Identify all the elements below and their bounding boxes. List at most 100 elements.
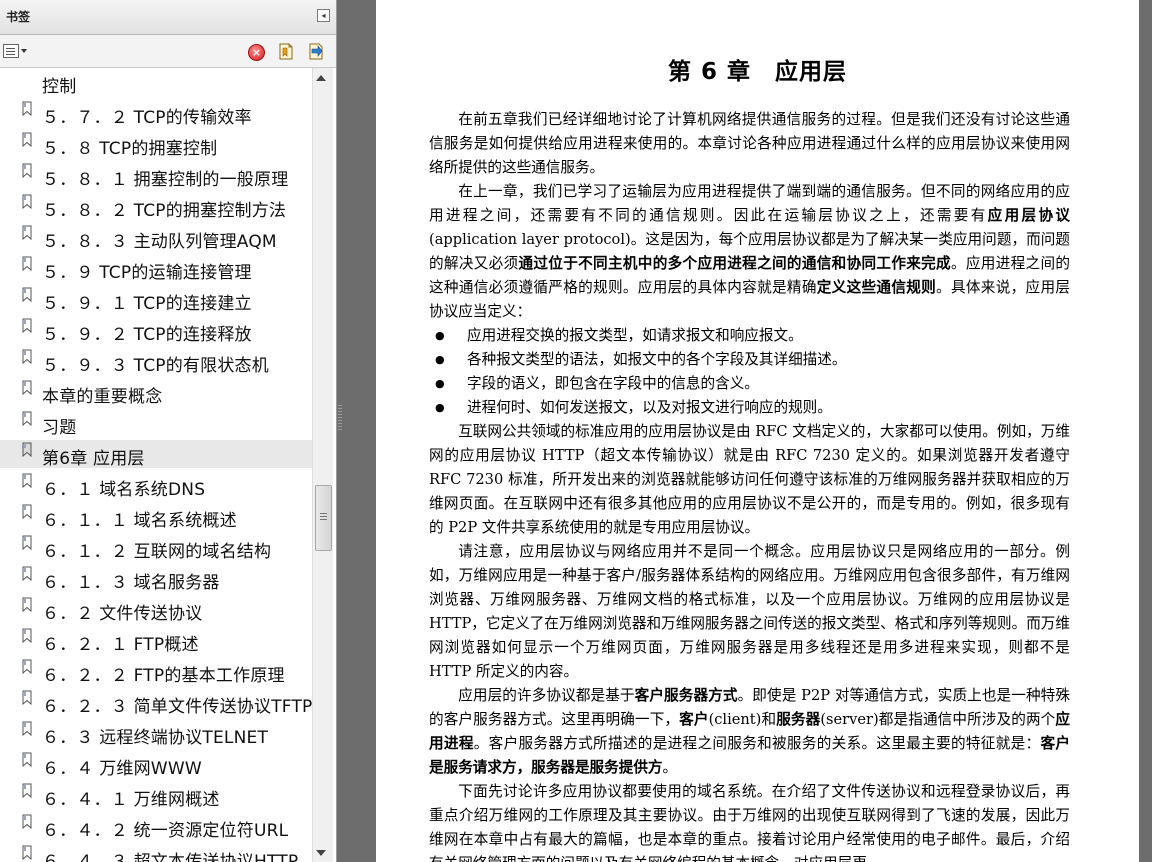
scroll-thumb[interactable] <box>315 485 332 551</box>
bookmark-item[interactable]: 习题 <box>0 409 312 438</box>
bookmark-item[interactable]: ５．９．３ TCP的有限状态机 <box>0 347 312 376</box>
bookmark-label: ６．４．３ 超文本传送协议HTTP <box>42 852 299 862</box>
bookmark-item[interactable]: ５．８．３ 主动队列管理AQM <box>0 223 312 252</box>
bookmark-label: ５．７．２ TCP的传输效率 <box>42 108 252 128</box>
bookmark-item[interactable]: ５．９．２ TCP的连接释放 <box>0 316 312 345</box>
bookmark-label: ５．９．３ TCP的有限状态机 <box>42 356 269 376</box>
bookmark-icon <box>22 473 32 488</box>
bullet-item: ● 各种报文类型的语法，如报文中的各个字段及其详细描述。 <box>429 348 1070 372</box>
bookmark-icon <box>22 380 32 395</box>
bold-text: 通过位于不同主机中的多个应用进程之间的通信和协同工作来完成 <box>518 255 951 272</box>
bookmark-icon <box>22 690 32 705</box>
bookmark-item[interactable]: ５．８ TCP的拥塞控制 <box>0 130 312 159</box>
delete-bookmark-icon[interactable]: × <box>248 44 265 61</box>
bookmark-icon <box>22 225 32 240</box>
panel-splitter[interactable] <box>337 0 375 862</box>
bookmark-item[interactable]: ５．８．２ TCP的拥塞控制方法 <box>0 192 312 221</box>
collapse-panel-button[interactable]: ◂ <box>317 9 330 22</box>
bookmark-label: ５．９．１ TCP的连接建立 <box>42 294 252 314</box>
text-run: (server)都是指通信中所涉及的两个 <box>820 711 1056 728</box>
bookmark-icon <box>22 535 32 550</box>
bookmarks-toolbar: × <box>0 35 336 68</box>
paragraph: 在前五章我们已经详细地讨论了计算机网络提供通信服务的过程。但是我们还没有讨论这些… <box>429 108 1070 180</box>
bookmarks-panel-header: 书签 ◂ <box>0 0 336 35</box>
bullet-icon: ● <box>435 353 445 366</box>
bookmark-item[interactable]: ６．２．３ 简单文件传送协议TFTP <box>0 688 312 717</box>
viewer-gutter <box>1139 0 1152 862</box>
text-run: 在前五章我们已经详细地讨论了计算机网络提供通信服务的过程。但是我们还没有讨论这些… <box>429 111 1070 176</box>
bookmark-label: ６．４ 万维网WWW <box>42 759 202 779</box>
bookmark-label: ６．１．１ 域名系统概述 <box>42 511 237 531</box>
bookmark-icon <box>22 132 32 147</box>
text-run: 互联网公共领域的标准应用的应用层协议是由 RFC 文档定义的，大家都可以使用。例… <box>429 423 1070 536</box>
paragraph: 应用层的许多协议都是基于客户服务器方式。即使是 P2P 对等通信方式，实质上也是… <box>429 684 1070 780</box>
bookmark-label: ６．２．１ FTP概述 <box>42 635 199 655</box>
bookmark-icon <box>22 411 32 426</box>
bold-text: 服务器 <box>776 711 821 728</box>
bookmark-icon <box>22 442 32 457</box>
text-run: (client)和 <box>708 711 777 728</box>
bookmark-icon <box>22 318 32 333</box>
bookmark-label: ６．２ 文件传送协议 <box>42 604 203 624</box>
bookmark-item[interactable]: ６．１．１ 域名系统概述 <box>0 502 312 531</box>
bookmark-item[interactable]: 本章的重要概念 <box>0 378 312 407</box>
bookmarks-tree: 控制 ５．７．２ TCP的传输效率 ５．８ TCP的拥塞控制 ５．８．１ 拥塞控制的一… <box>0 68 312 862</box>
bookmark-item[interactable]: ６．１．２ 互联网的域名结构 <box>0 533 312 562</box>
new-bookmark-icon[interactable] <box>278 43 294 60</box>
paragraph: 互联网公共领域的标准应用的应用层协议是由 RFC 文档定义的，大家都可以使用。例… <box>429 420 1070 540</box>
bookmark-icon <box>22 256 32 271</box>
bookmark-item[interactable]: ６．４．２ 统一资源定位符URL <box>0 812 312 841</box>
bookmark-icon <box>22 628 32 643</box>
bookmark-item[interactable]: ６．４．３ 超文本传送协议HTTP <box>0 843 312 862</box>
text-run: 请注意，应用层协议与网络应用并不是同一个概念。应用层协议只是网络应用的一部分。例… <box>429 543 1070 680</box>
bookmark-icon <box>22 101 32 116</box>
bookmark-label: 本章的重要概念 <box>42 387 163 407</box>
bookmark-label: ６．２．２ FTP的基本工作原理 <box>42 666 285 686</box>
document-body: 在前五章我们已经详细地讨论了计算机网络提供通信服务的过程。但是我们还没有讨论这些… <box>429 108 1070 862</box>
bookmark-item[interactable]: ６．２．１ FTP概述 <box>0 626 312 655</box>
bookmarks-panel-title: 书签 <box>6 10 31 24</box>
bookmark-item[interactable]: ５．７．２ TCP的传输效率 <box>0 99 312 128</box>
chapter-title: 第 6 章 应用层 <box>667 59 848 85</box>
bookmark-item[interactable]: 第6章 应用层 <box>0 440 312 469</box>
bookmark-icon <box>22 287 32 302</box>
bookmark-options-icon[interactable] <box>3 43 29 59</box>
bookmark-icon <box>22 783 32 798</box>
bullet-icon: ● <box>435 377 445 390</box>
bookmark-item[interactable]: ５．８．１ 拥塞控制的一般原理 <box>0 161 312 190</box>
bookmark-item[interactable]: ６．２．２ FTP的基本工作原理 <box>0 657 312 686</box>
text-run: 各种报文类型的语法，如报文中的各个字段及其详细描述。 <box>467 351 847 368</box>
bold-text: 客户 <box>679 711 709 728</box>
bookmark-item[interactable]: ６．４ 万维网WWW <box>0 750 312 779</box>
bookmark-item[interactable]: ６．１ 域名系统DNS <box>0 471 312 500</box>
bookmark-item[interactable]: ６．１．３ 域名服务器 <box>0 564 312 593</box>
bookmark-item[interactable]: 控制 <box>0 68 312 97</box>
bookmarks-scrollbar[interactable] <box>312 68 333 862</box>
splitter-grip-icon[interactable] <box>338 405 342 430</box>
bookmark-icon <box>22 349 32 364</box>
bookmark-label: ６．４．２ 统一资源定位符URL <box>42 821 289 841</box>
text-run: 在上一章，我们已学习了运输层为应用进程提供了端到端的通信服务。但不同的网络应用的… <box>429 183 1070 224</box>
bookmark-label: 控制 <box>42 77 77 97</box>
bookmark-label: ６．１ 域名系统DNS <box>42 480 206 500</box>
bookmark-label: ６．１．２ 互联网的域名结构 <box>42 542 272 562</box>
bold-text: 定义这些通信规则 <box>816 279 937 296</box>
bookmark-label: ６．１．３ 域名服务器 <box>42 573 220 593</box>
bookmark-icon <box>22 845 32 860</box>
text-run: 应用层的许多协议都是基于 <box>458 687 635 704</box>
bookmark-item[interactable]: ５．９．１ TCP的连接建立 <box>0 285 312 314</box>
bookmark-label: 第6章 应用层 <box>42 449 145 469</box>
scroll-down-arrow-icon[interactable] <box>316 850 326 856</box>
paragraph: 下面先讨论许多应用协议都要使用的域名系统。在介绍了文件传送协议和远程登录协议后，… <box>429 780 1070 862</box>
bookmark-item[interactable]: ５．９ TCP的运输连接管理 <box>0 254 312 283</box>
find-current-bookmark-icon[interactable] <box>308 43 324 60</box>
bookmark-label: ５．９．２ TCP的连接释放 <box>42 325 252 345</box>
bookmark-icon <box>22 163 32 178</box>
bookmark-item[interactable]: ６．４．１ 万维网概述 <box>0 781 312 810</box>
bookmark-label: ６．４．１ 万维网概述 <box>42 790 220 810</box>
paragraph: 请注意，应用层协议与网络应用并不是同一个概念。应用层协议只是网络应用的一部分。例… <box>429 540 1070 684</box>
scroll-up-arrow-icon[interactable] <box>316 75 326 81</box>
bookmark-item[interactable]: ６．３ 远程终端协议TELNET <box>0 719 312 748</box>
text-run: 应用进程交换的报文类型，如请求报文和响应报文。 <box>467 327 803 344</box>
bookmark-item[interactable]: ６．２ 文件传送协议 <box>0 595 312 624</box>
